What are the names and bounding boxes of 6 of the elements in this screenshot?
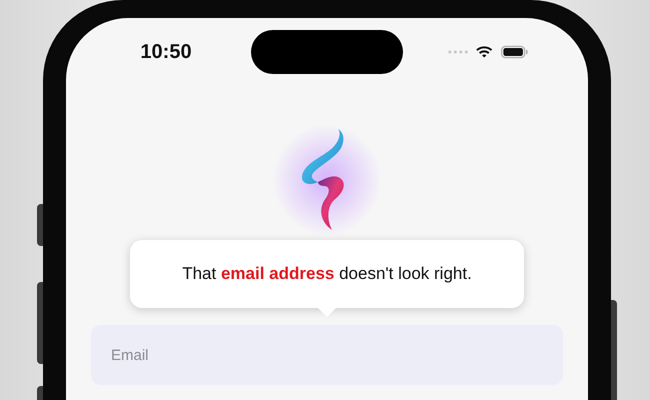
email-field[interactable]: Email bbox=[91, 325, 563, 385]
status-time: 10:50 bbox=[139, 40, 193, 65]
signal-dots-icon bbox=[448, 50, 468, 54]
battery-icon bbox=[500, 45, 528, 59]
error-message: That email address doesn't look right. bbox=[182, 263, 472, 286]
wifi-icon bbox=[476, 45, 493, 59]
